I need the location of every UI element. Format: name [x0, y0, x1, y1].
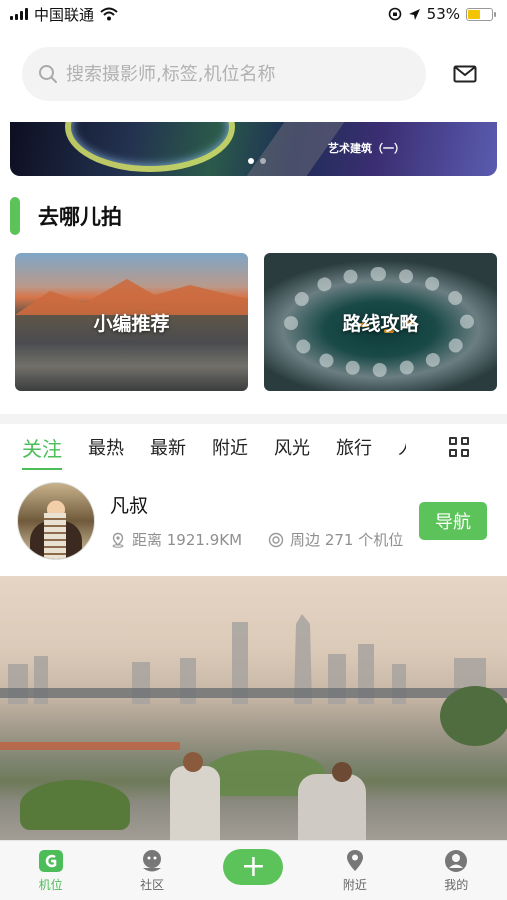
photo-tree [440, 686, 507, 746]
photo-person [298, 774, 366, 840]
nav-item-community[interactable]: 社区 [117, 849, 187, 893]
wifi-icon [100, 7, 118, 21]
card-editor-picks[interactable]: 小编推荐 [15, 253, 248, 391]
carrier-label: 中国联通 [34, 5, 95, 24]
search-icon [39, 65, 57, 83]
camera-spot-icon [268, 532, 284, 547]
location-pin-icon [112, 532, 124, 548]
plus-icon[interactable]: + [223, 848, 284, 885]
section-divider [0, 414, 507, 424]
nav-label: 机位 [38, 877, 63, 892]
battery-percent: 53% [426, 5, 460, 23]
community-icon [143, 849, 162, 871]
status-right: 53% [388, 5, 496, 23]
card-label: 路线攻略 [342, 312, 419, 335]
section-accent-bar [10, 197, 20, 235]
section-header: 去哪儿拍 [10, 196, 122, 236]
battery-fill [468, 9, 481, 19]
tab-portrait[interactable]: 人 [398, 434, 406, 460]
spot-meta: 距离 1921.9KM 周边 271 个机位 [110, 529, 403, 550]
nav-item-publish[interactable]: + [218, 848, 288, 893]
banner-art [65, 122, 235, 172]
category-cards: 小编推荐 路线攻略 [15, 253, 497, 391]
nav-item-nearby[interactable]: 附近 [320, 849, 390, 893]
card-label: 小编推荐 [93, 312, 170, 335]
tab-hot[interactable]: 最热 [88, 434, 124, 460]
navigate-button[interactable]: 导航 [419, 502, 487, 540]
search-row [0, 46, 507, 102]
grid-menu-icon[interactable] [449, 437, 469, 457]
photo-person [170, 766, 220, 840]
battery-icon [466, 7, 496, 21]
location-pin-icon [346, 849, 363, 871]
status-bar: 中国联通 53% [0, 0, 507, 28]
message-button[interactable] [450, 59, 480, 89]
tab-following[interactable]: 关注 [22, 433, 62, 470]
spot-name: 凡叔 [110, 495, 149, 517]
photo-brush [20, 780, 130, 830]
spot-photo[interactable] [0, 576, 507, 840]
nav-label: 附近 [342, 877, 367, 892]
bottom-nav: 机位 社区 + 附近 我的 [0, 840, 507, 900]
photo-bridge [0, 688, 507, 698]
tab-newest[interactable]: 最新 [150, 434, 186, 460]
signal-icon [10, 8, 28, 20]
spot-nearby-count: 周边 271 个机位 [290, 531, 404, 549]
photo-person-head [332, 762, 352, 782]
spot-card[interactable]: 凡叔 距离 1921.9KM 周边 271 个机位 导航 [0, 480, 507, 564]
tab-landscape[interactable]: 风光 [274, 434, 310, 460]
nav-label: 我的 [444, 877, 469, 892]
search-box[interactable] [22, 47, 426, 101]
status-left: 中国联通 [10, 4, 118, 25]
photo-wall [0, 742, 180, 750]
nav-item-profile[interactable]: 我的 [421, 849, 491, 893]
spots-g-icon [38, 849, 63, 872]
profile-icon [445, 849, 468, 872]
orientation-lock-icon [388, 7, 401, 21]
banner-carousel[interactable]: 艺术建筑（一） [10, 122, 497, 176]
photo-person-head [183, 752, 203, 772]
mail-icon [453, 65, 477, 83]
spot-distance: 距离 1921.9KM [132, 531, 243, 549]
avatar[interactable] [17, 482, 95, 560]
banner-dots [248, 158, 266, 164]
banner-caption: 艺术建筑（一） [328, 142, 405, 155]
tab-travel[interactable]: 旅行 [336, 434, 372, 460]
feed-tabs: 关注 最热 最新 附近 风光 旅行 人 [0, 424, 507, 470]
search-input[interactable] [66, 63, 406, 85]
nav-label: 社区 [140, 877, 165, 892]
tab-nearby[interactable]: 附近 [212, 434, 248, 460]
section-title: 去哪儿拍 [38, 205, 122, 229]
location-arrow-icon [408, 8, 420, 20]
nav-item-spots[interactable]: 机位 [16, 849, 86, 893]
card-route-guide[interactable]: 路线攻略 [264, 253, 497, 391]
